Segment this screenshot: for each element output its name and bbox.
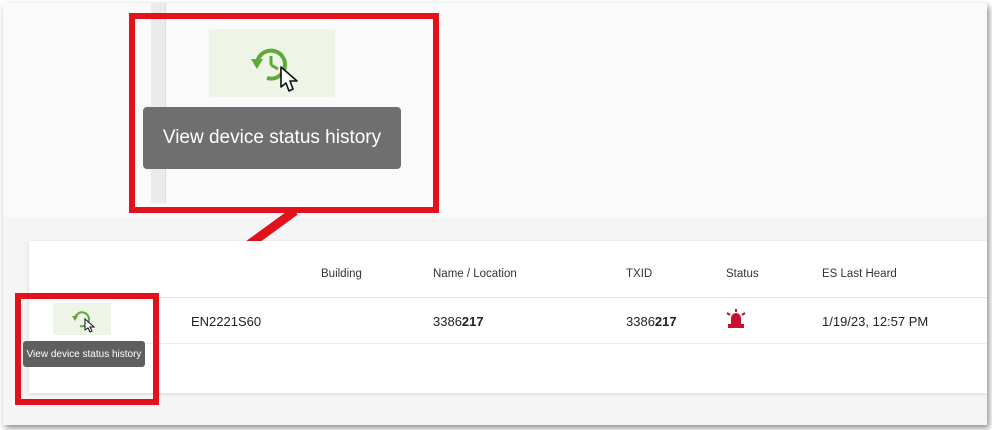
- cell-name-location: 3386217: [433, 314, 484, 329]
- alarm-siren-icon: [725, 309, 747, 334]
- row-divider: [29, 343, 987, 344]
- cell-txid: 3386217: [626, 314, 677, 329]
- header-txid[interactable]: TXID: [626, 268, 652, 280]
- header-name-location[interactable]: Name / Location: [433, 268, 517, 280]
- screenshot-frame: View device status history Building Name…: [3, 3, 987, 425]
- header-status[interactable]: Status: [726, 268, 759, 280]
- header-es-last-heard[interactable]: ES Last Heard: [822, 268, 897, 280]
- cell-last-heard: 1/19/23, 12:57 PM: [822, 314, 929, 329]
- cell-device-id: EN2221S60: [191, 314, 262, 329]
- header-building[interactable]: Building: [321, 268, 362, 280]
- header-divider: [29, 297, 987, 298]
- device-table: Building Name / Location TXID Status ES …: [29, 241, 987, 393]
- callout-highlight-bottom: [15, 293, 159, 405]
